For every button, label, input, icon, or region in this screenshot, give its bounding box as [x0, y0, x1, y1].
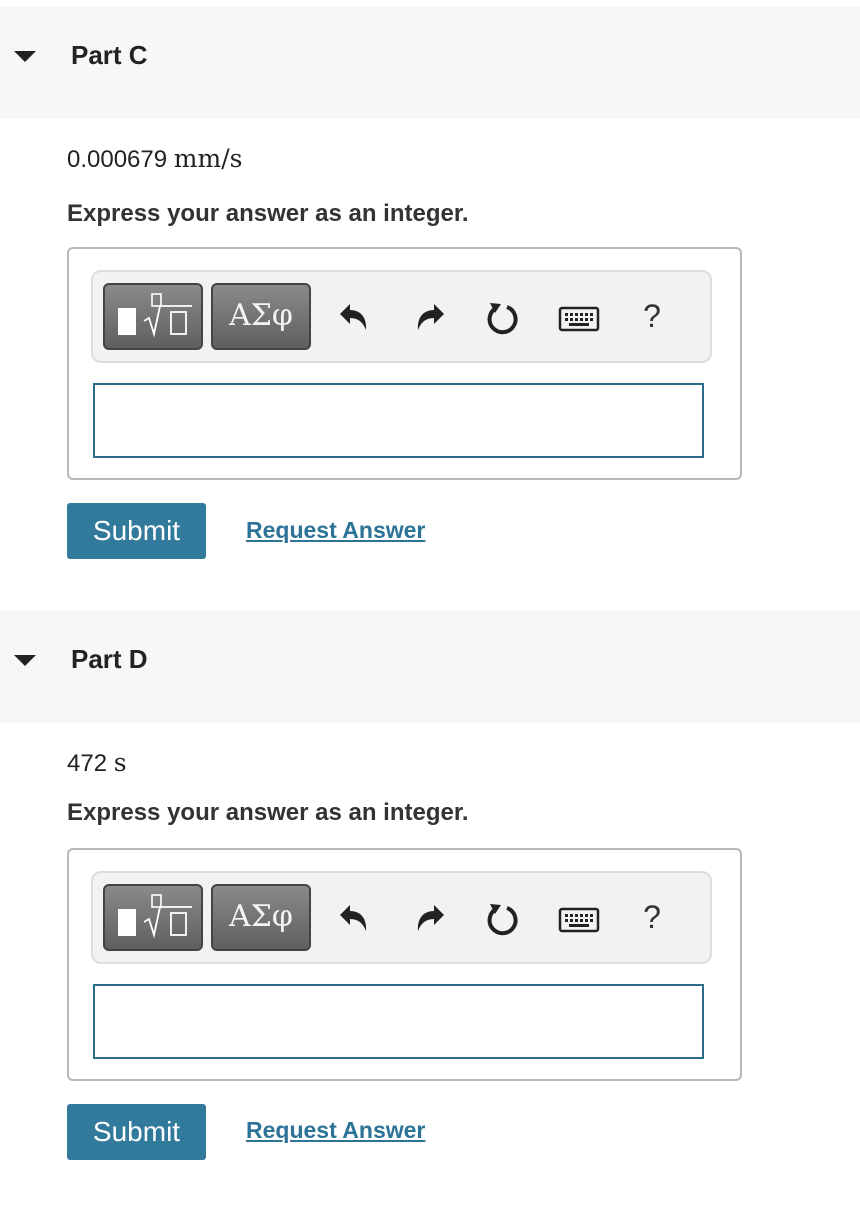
help-button[interactable]: ?: [637, 899, 667, 939]
keyboard-icon: [558, 306, 600, 332]
request-answer-link[interactable]: Request Answer: [246, 1117, 425, 1144]
answer-input[interactable]: [93, 984, 704, 1059]
redo-icon: [417, 905, 444, 931]
help-button[interactable]: ?: [637, 298, 667, 338]
templates-icon: [118, 894, 192, 939]
keyboard-button[interactable]: [558, 899, 600, 939]
given-quantity: 0.000679 mm/s: [67, 144, 242, 174]
greek-symbols-label: ΑΣφ: [229, 899, 293, 934]
collapse-caret-icon[interactable]: [14, 655, 36, 666]
given-unit: mm/s: [173, 144, 243, 173]
help-icon: ?: [643, 298, 661, 334]
undo-button[interactable]: [334, 899, 374, 939]
request-answer-link[interactable]: Request Answer: [246, 517, 425, 544]
help-icon: ?: [643, 899, 661, 935]
given-quantity: 472 s: [67, 748, 127, 778]
undo-button[interactable]: [334, 298, 374, 338]
given-unit: s: [113, 748, 127, 777]
math-toolbar: ΑΣφ ?: [91, 270, 712, 363]
answer-input[interactable]: [93, 383, 704, 458]
part-c-header[interactable]: Part C: [0, 7, 860, 119]
templates-button[interactable]: [103, 283, 203, 350]
math-toolbar: ΑΣφ ?: [91, 871, 712, 964]
given-value: 472: [67, 750, 108, 777]
answer-box: ΑΣφ ?: [67, 848, 742, 1081]
redo-button[interactable]: [410, 298, 450, 338]
greek-symbols-label: ΑΣφ: [229, 298, 293, 333]
templates-button[interactable]: [103, 884, 203, 951]
answer-instruction: Express your answer as an integer.: [67, 799, 469, 826]
answer-instruction: Express your answer as an integer.: [67, 200, 469, 227]
submit-button[interactable]: Submit: [67, 1104, 206, 1160]
keyboard-button[interactable]: [558, 298, 600, 338]
greek-symbols-button[interactable]: ΑΣφ: [211, 884, 311, 951]
templates-icon: [118, 293, 192, 338]
part-title: Part D: [71, 644, 148, 674]
redo-button[interactable]: [410, 899, 450, 939]
reset-icon: [487, 904, 518, 936]
greek-symbols-button[interactable]: ΑΣφ: [211, 283, 311, 350]
reset-button[interactable]: [483, 899, 523, 939]
given-value: 0.000679: [67, 146, 168, 173]
keyboard-icon: [558, 907, 600, 933]
submit-button[interactable]: Submit: [67, 503, 206, 559]
part-d: Part D 472 s Express your answer as an i…: [0, 611, 860, 1211]
undo-icon: [340, 304, 367, 330]
collapse-caret-icon[interactable]: [14, 51, 36, 62]
part-d-header[interactable]: Part D: [0, 611, 860, 723]
part-c: Part C 0.000679 mm/s Express your answer…: [0, 7, 860, 607]
reset-button[interactable]: [483, 298, 523, 338]
reset-icon: [487, 303, 518, 335]
answer-box: ΑΣφ ?: [67, 247, 742, 480]
part-title: Part C: [71, 40, 148, 70]
undo-icon: [340, 905, 367, 931]
redo-icon: [417, 304, 444, 330]
